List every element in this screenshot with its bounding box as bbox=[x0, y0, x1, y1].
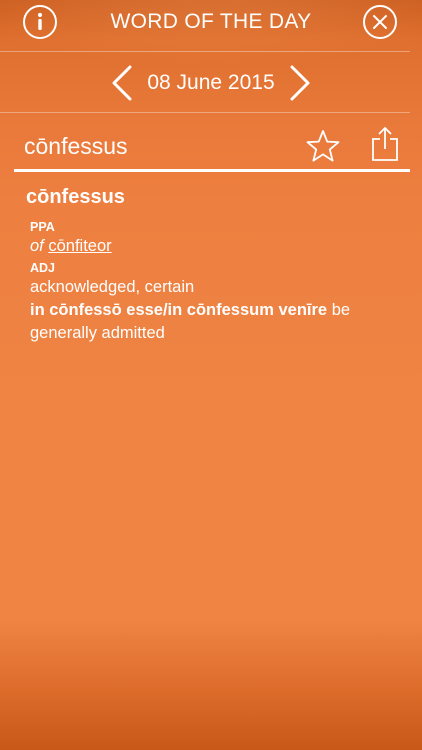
info-button[interactable] bbox=[23, 5, 57, 39]
of-label: of bbox=[30, 237, 44, 255]
info-icon bbox=[37, 12, 43, 30]
definition: acknowledged, certain bbox=[30, 278, 195, 296]
dictionary-entry: cōnfessus PPA of cōnfiteor ADJ acknowled… bbox=[26, 186, 406, 345]
star-icon[interactable] bbox=[305, 128, 341, 164]
word-title: cōnfessus bbox=[24, 133, 128, 159]
page-title: WORD OF THE DAY bbox=[110, 10, 312, 33]
current-date: 08 June 2015 bbox=[147, 71, 275, 94]
close-button[interactable] bbox=[363, 5, 397, 39]
part-of-speech: PPA bbox=[30, 220, 55, 234]
entry-body: PPA of cōnfiteor ADJ acknowledged, certa… bbox=[26, 219, 406, 345]
word-bar: cōnfessus bbox=[0, 113, 422, 171]
date-navigator: 08 June 2015 bbox=[0, 52, 422, 112]
cross-reference: of cōnfiteor bbox=[30, 235, 406, 258]
idiom-phrase: in cōnfessō esse/in cōnfessum venīre bbox=[30, 301, 328, 319]
share-icon[interactable] bbox=[370, 125, 400, 163]
word-underline bbox=[14, 169, 410, 172]
reference-link[interactable]: cōnfiteor bbox=[48, 237, 111, 255]
header-bar: WORD OF THE DAY bbox=[0, 0, 422, 50]
close-icon bbox=[373, 15, 387, 29]
chevron-left-icon[interactable] bbox=[110, 64, 134, 102]
entry-headword: cōnfessus bbox=[26, 186, 125, 208]
part-of-speech: ADJ bbox=[30, 261, 56, 275]
chevron-right-icon[interactable] bbox=[288, 64, 312, 102]
idiom: in cōnfessō esse/in cōnfessum venīre be … bbox=[30, 299, 406, 345]
